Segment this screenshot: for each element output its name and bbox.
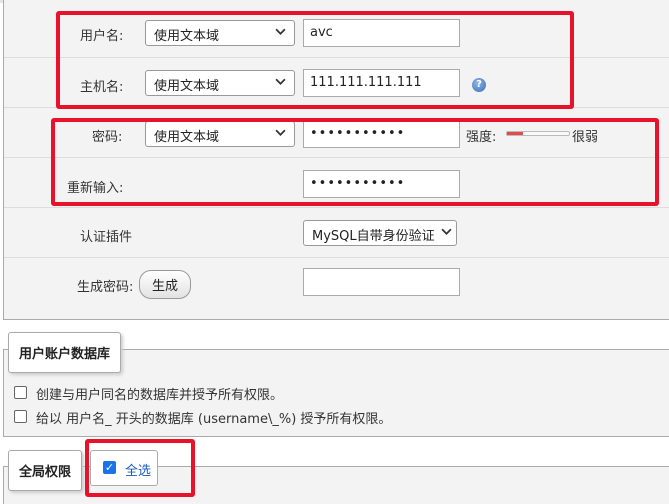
reenter-label: 重新输入:: [67, 181, 124, 196]
select-all-label[interactable]: 全选: [125, 460, 151, 479]
password-mode-select[interactable]: 使用文本域: [145, 121, 295, 147]
generate-password-row: 生成密码: 生成: [4, 258, 669, 308]
reenter-input[interactable]: •••••••••••: [303, 170, 460, 198]
username-value: avc: [310, 25, 333, 40]
grant-prefix-db-checkbox[interactable]: [14, 410, 27, 423]
password-row: 密码: 使用文本域 ••••••••••• 强度: 很弱: [4, 108, 669, 158]
create-same-name-db-label: 创建与用户同名的数据库并授予所有权限。: [36, 388, 284, 403]
strength-fill: [507, 132, 523, 135]
grant-prefix-db-label: 给以 用户名_ 开头的数据库 (username\_%) 授予所有权限。: [36, 412, 392, 427]
reenter-row: 重新输入: •••••••••••: [4, 158, 669, 208]
host-label: 主机名:: [80, 80, 124, 95]
host-value: 111.111.111.111: [310, 75, 422, 90]
host-input[interactable]: 111.111.111.111: [303, 69, 460, 97]
username-mode-select[interactable]: 使用文本域: [145, 20, 295, 46]
host-mode-value: 使用文本域: [154, 79, 220, 94]
host-row: 主机名: 使用文本域 111.111.111.111 ?: [4, 58, 669, 108]
auth-plugin-select[interactable]: MySQL自带身份验证: [303, 220, 457, 246]
strength-text: 很弱: [572, 130, 599, 145]
auth-plugin-row: 认证插件 MySQL自带身份验证: [4, 208, 669, 258]
generate-button[interactable]: 生成: [139, 270, 192, 299]
chevron-down-icon: [275, 28, 286, 35]
username-row: 用户名: 使用文本域 avc: [4, 8, 669, 58]
password-value: •••••••••••: [310, 126, 406, 141]
auth-plugin-value: MySQL自带身份验证: [312, 229, 435, 244]
strength-label: 强度:: [466, 130, 497, 145]
password-label: 密码:: [92, 130, 123, 145]
username-mode-value: 使用文本域: [154, 29, 220, 44]
create-same-name-db-checkbox[interactable]: [14, 386, 27, 399]
global-privileges-legend: 全局权限: [8, 450, 83, 491]
user-database-legend: 用户账户数据库: [8, 332, 122, 373]
username-label: 用户名:: [80, 29, 124, 44]
password-input[interactable]: •••••••••••: [303, 120, 460, 148]
generate-label: 生成密码:: [77, 280, 134, 295]
chevron-down-icon: [275, 129, 286, 136]
generated-password-input[interactable]: [303, 268, 460, 296]
host-mode-select[interactable]: 使用文本域: [145, 70, 295, 96]
help-icon[interactable]: ?: [472, 78, 486, 92]
password-mode-value: 使用文本域: [154, 130, 220, 145]
chevron-down-icon: [275, 78, 286, 85]
select-all-checkbox[interactable]: ✓: [103, 461, 116, 474]
chevron-down-icon: [441, 228, 452, 235]
password-strength-meter: [506, 131, 570, 136]
username-input[interactable]: avc: [303, 19, 460, 47]
reenter-value: •••••••••••: [310, 176, 406, 191]
auth-plugin-label: 认证插件: [80, 230, 133, 245]
